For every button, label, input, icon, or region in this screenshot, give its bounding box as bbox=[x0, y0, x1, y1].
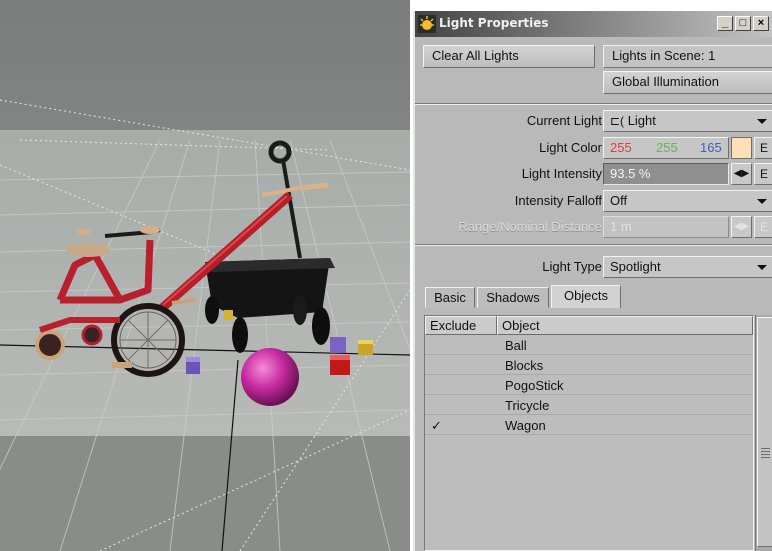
light-intensity-input[interactable]: 93.5 % bbox=[603, 163, 729, 185]
lights-in-scene-readout: Lights in Scene: 1 bbox=[603, 45, 772, 68]
light-intensity-slider-arrows-icon[interactable]: ◀▶ bbox=[731, 163, 752, 185]
close-button[interactable]: × bbox=[753, 16, 769, 31]
light-type-label: Light Type bbox=[542, 259, 602, 274]
scene-render bbox=[0, 0, 410, 551]
tab-objects[interactable]: Objects bbox=[551, 285, 621, 308]
tab-basic[interactable]: Basic bbox=[425, 287, 475, 308]
object-name: Tricycle bbox=[505, 398, 550, 413]
object-exclude-list[interactable]: Exclude Object Ball Blocks PogoStick Tri… bbox=[424, 315, 754, 551]
grip-line bbox=[761, 457, 770, 458]
object-name: Blocks bbox=[505, 358, 544, 373]
clear-all-lights-button[interactable]: Clear All Lights bbox=[423, 45, 595, 68]
exclude-checkmark[interactable]: ✓ bbox=[431, 416, 445, 435]
light-type-value: Spotlight bbox=[610, 259, 661, 274]
intensity-falloff-value: Off bbox=[610, 193, 628, 208]
3d-viewport[interactable] bbox=[0, 0, 410, 551]
global-illumination-button[interactable]: Global Illumination bbox=[603, 71, 772, 94]
object-name: Ball bbox=[505, 338, 527, 353]
range-nominal-distance-input: 1 m bbox=[603, 216, 729, 238]
current-light-dropdown[interactable]: ⊏( Light bbox=[603, 110, 772, 132]
title-bar[interactable]: Light Properties _ □ × bbox=[415, 11, 772, 37]
current-light-value: Light bbox=[627, 113, 656, 128]
divider bbox=[415, 244, 772, 246]
ball-model bbox=[241, 348, 299, 406]
chevron-down-icon bbox=[757, 199, 767, 204]
minimize-button[interactable]: _ bbox=[717, 16, 733, 31]
window-title: Light Properties bbox=[439, 16, 549, 30]
current-light-label: Current Light bbox=[526, 113, 602, 128]
chevron-down-icon bbox=[757, 119, 767, 124]
chevron-down-icon bbox=[757, 265, 767, 270]
scrollbar-thumb[interactable] bbox=[757, 317, 772, 547]
object-name: PogoStick bbox=[505, 378, 564, 393]
object-name: Wagon bbox=[505, 418, 546, 433]
list-item[interactable]: ✓ Wagon bbox=[425, 416, 751, 435]
range-slider-arrows-icon: ◀▶ bbox=[731, 216, 752, 238]
tab-shadows[interactable]: Shadows bbox=[477, 287, 549, 308]
list-item[interactable]: Tricycle bbox=[425, 396, 751, 415]
list-item[interactable]: Blocks bbox=[425, 356, 751, 375]
light-properties-window: Light Properties _ □ × Clear All Lights … bbox=[413, 11, 772, 551]
light-intensity-label: Light Intensity bbox=[521, 166, 602, 181]
list-header: Exclude Object bbox=[425, 316, 753, 335]
range-nominal-distance-label: Range/Nominal Distance bbox=[458, 219, 602, 234]
list-item[interactable]: Ball bbox=[425, 336, 751, 355]
list-item[interactable]: PogoStick bbox=[425, 376, 751, 395]
light-color-field[interactable]: 255 255 165 bbox=[603, 137, 729, 159]
color-blue-value[interactable]: 165 bbox=[700, 138, 722, 158]
light-type-dropdown[interactable]: Spotlight bbox=[603, 256, 772, 278]
divider bbox=[415, 103, 772, 105]
grip-line bbox=[761, 448, 770, 449]
intensity-falloff-label: Intensity Falloff bbox=[514, 193, 602, 208]
maximize-button[interactable]: □ bbox=[735, 16, 751, 31]
spot-light-icon: ⊏( bbox=[610, 114, 625, 128]
grip-line bbox=[761, 454, 770, 455]
column-header-object[interactable]: Object bbox=[497, 316, 753, 335]
grip-line bbox=[761, 451, 770, 452]
column-header-exclude[interactable]: Exclude bbox=[425, 316, 497, 335]
color-red-value[interactable]: 255 bbox=[610, 138, 632, 158]
list-scrollbar[interactable] bbox=[755, 315, 772, 551]
light-color-envelope-button[interactable]: E bbox=[754, 137, 772, 159]
intensity-falloff-dropdown[interactable]: Off bbox=[603, 190, 772, 212]
lightwave-app-icon bbox=[418, 15, 436, 33]
light-intensity-envelope-button[interactable]: E bbox=[754, 163, 772, 185]
light-color-label: Light Color bbox=[539, 140, 602, 155]
color-green-value[interactable]: 255 bbox=[656, 138, 678, 158]
light-color-swatch[interactable] bbox=[731, 137, 752, 159]
range-envelope-button: E bbox=[754, 216, 772, 238]
